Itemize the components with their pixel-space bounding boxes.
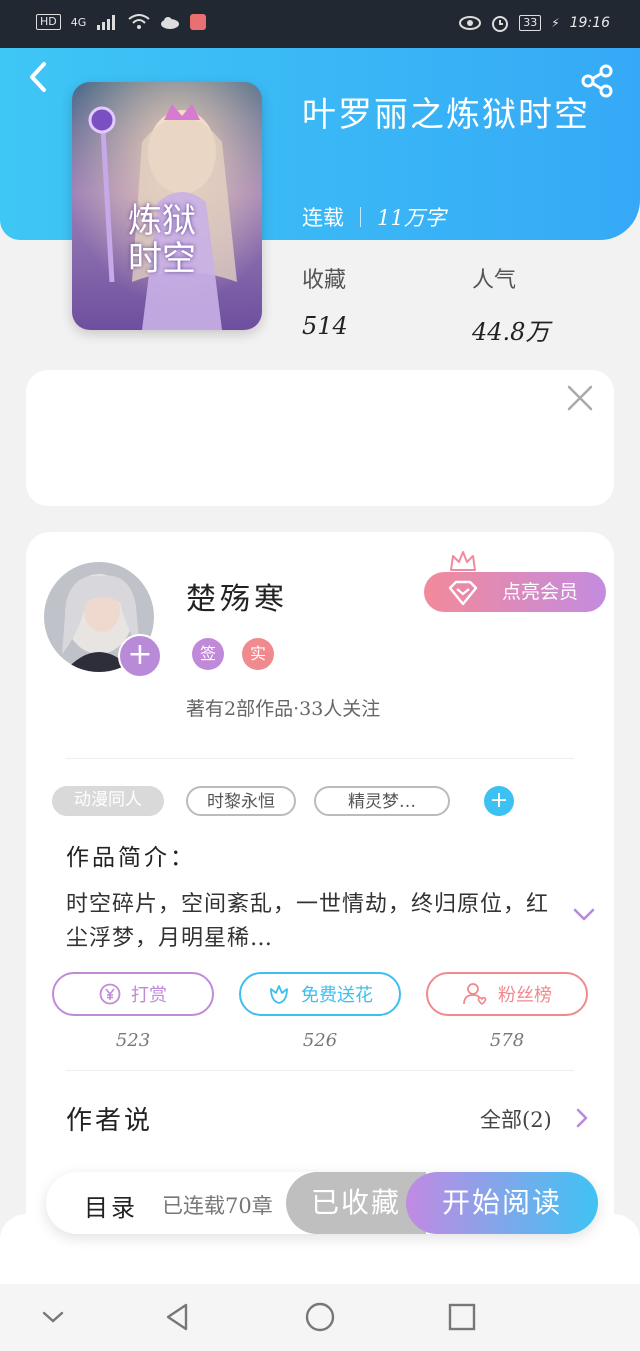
ad-banner-card — [26, 370, 614, 506]
charging-icon: ⚡ — [551, 16, 560, 30]
chevron-right-icon[interactable] — [572, 1106, 592, 1130]
book-word-count: 11万字 — [377, 206, 446, 230]
tag-keyword[interactable]: 时黎永恒 — [186, 786, 296, 816]
reward-count: 523 — [115, 1030, 151, 1051]
divider — [66, 758, 574, 759]
book-cover-image[interactable]: 炼狱时空 — [72, 82, 262, 330]
verified-badge: 实 — [242, 638, 274, 670]
chapter-count[interactable]: 已连载70章 — [162, 1190, 273, 1220]
favorites-value: 514 — [302, 312, 348, 340]
saved-button[interactable]: 已收藏 — [286, 1172, 426, 1234]
yen-icon — [99, 983, 121, 1005]
divider — [66, 1070, 574, 1071]
eye-icon — [459, 16, 482, 30]
close-icon[interactable] — [566, 384, 594, 412]
crown-icon — [450, 551, 476, 571]
alarm-icon — [492, 16, 509, 32]
status-bar: HD 4G 33 ⚡ 19:16 — [0, 0, 640, 48]
app-notification-icon — [190, 14, 207, 30]
tag-keyword[interactable]: 精灵梦… — [314, 786, 450, 816]
table-of-contents-button[interactable]: 目录 — [84, 1188, 138, 1223]
cover-title-text: 炼狱时空 — [128, 201, 196, 279]
network-indicator: 4G — [70, 15, 87, 29]
nav-back-icon[interactable] — [160, 1300, 194, 1334]
send-flower-label: 免费送花 — [301, 985, 373, 1006]
favorites-label: 收藏 — [302, 268, 347, 293]
flower-count: 526 — [302, 1030, 338, 1051]
author-says-all-link[interactable]: 全部(2) — [480, 1104, 552, 1134]
fan-count: 578 — [489, 1030, 525, 1051]
author-says-heading: 作者说 — [66, 1106, 154, 1136]
diamond-icon — [448, 580, 478, 606]
popularity-label: 人气 — [472, 268, 517, 293]
add-tag-button[interactable]: + — [484, 786, 514, 816]
battery-indicator: 33 — [519, 15, 542, 31]
signal-icon — [97, 15, 116, 30]
tag-category[interactable]: 动漫同人 — [52, 786, 164, 816]
intro-heading: 作品简介： — [66, 845, 196, 871]
follow-author-button[interactable]: + — [118, 634, 162, 678]
intro-text: 时空碎片，空间紊乱，一世情劫，终归原位，红尘浮梦，月明星稀… — [66, 892, 550, 951]
popularity-value: 44.8万 — [472, 318, 550, 346]
signed-badge: 签 — [192, 638, 224, 670]
meta-divider — [360, 207, 361, 227]
fan-ranking-label: 粉丝榜 — [498, 985, 552, 1006]
book-meta: 连载 11万字 — [302, 202, 446, 232]
book-title: 叶罗丽之炼狱时空 — [302, 95, 590, 135]
wifi-icon — [128, 14, 150, 29]
reward-label: 打赏 — [131, 985, 167, 1006]
flower-icon — [270, 985, 288, 1004]
author-stats: 著有2部作品·33人关注 — [186, 698, 381, 720]
hd-indicator: HD — [36, 14, 61, 30]
back-icon[interactable] — [26, 60, 50, 94]
cloud-icon — [161, 17, 180, 29]
clock: 19:16 — [569, 15, 610, 31]
author-name: 楚殇寒 — [186, 582, 288, 617]
send-flower-button[interactable]: 免费送花 — [239, 972, 401, 1016]
nav-recents-icon[interactable] — [445, 1300, 479, 1334]
start-reading-button[interactable]: 开始阅读 — [406, 1172, 598, 1234]
reward-button[interactable]: 打赏 — [52, 972, 214, 1016]
chevron-down-icon[interactable] — [570, 900, 598, 928]
fan-icon — [463, 983, 487, 1006]
fan-ranking-button[interactable]: 粉丝榜 — [426, 972, 588, 1016]
nav-home-icon[interactable] — [303, 1300, 337, 1334]
nav-down-icon[interactable] — [36, 1300, 70, 1334]
book-status: 连载 — [302, 206, 344, 230]
